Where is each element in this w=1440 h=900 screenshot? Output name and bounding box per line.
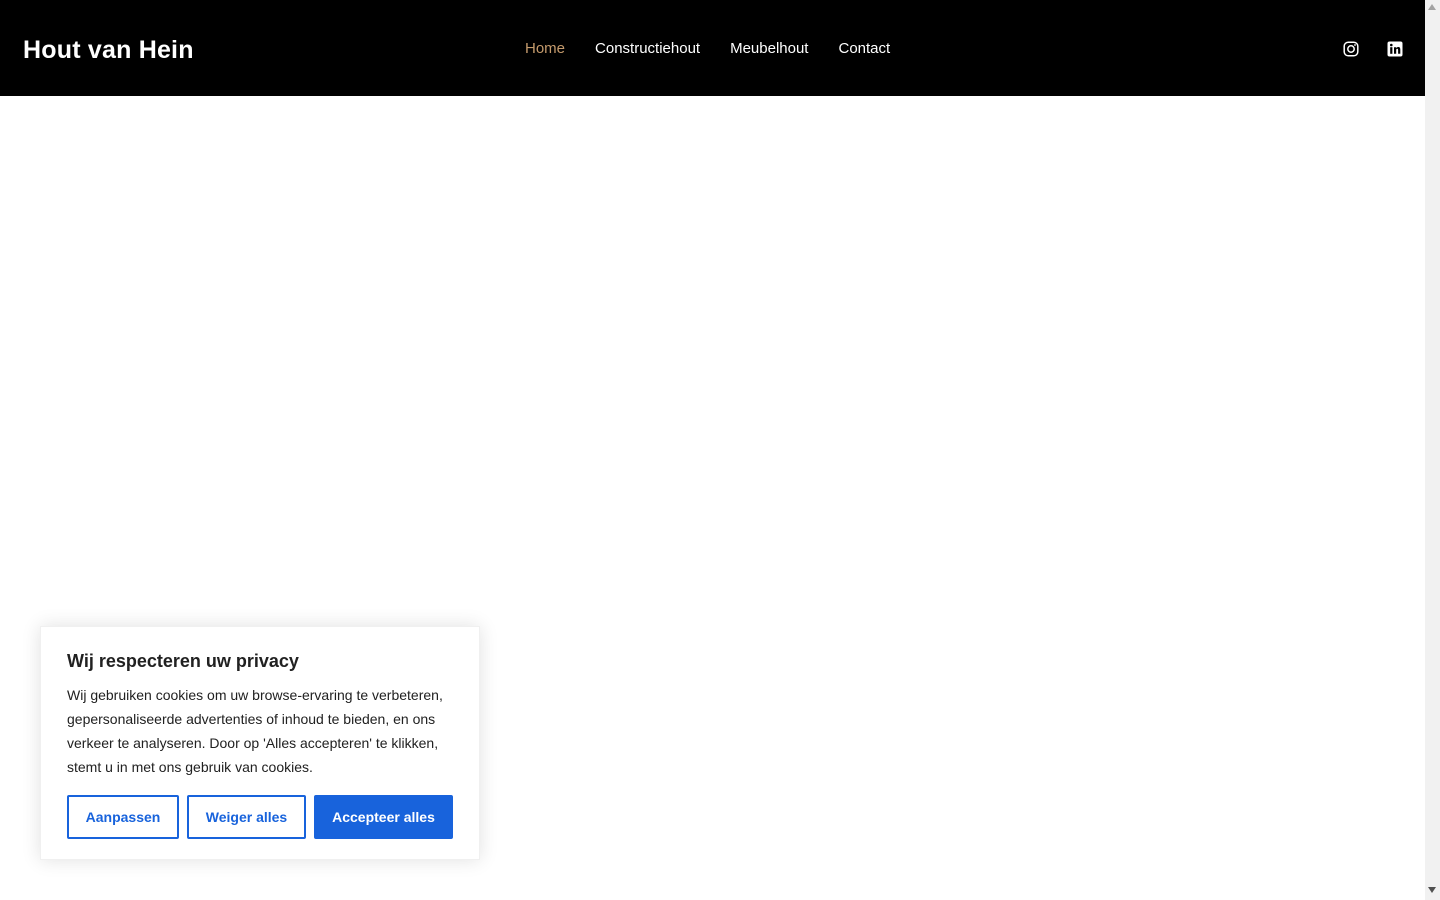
nav-item-constructiehout[interactable]: Constructiehout [595, 38, 700, 60]
reject-all-button[interactable]: Weiger alles [187, 795, 306, 839]
accept-all-button[interactable]: Accepteer alles [314, 795, 453, 839]
linkedin-icon[interactable] [1387, 41, 1403, 57]
customize-button[interactable]: Aanpassen [67, 795, 179, 839]
nav-item-meubelhout[interactable]: Meubelhout [730, 38, 808, 60]
site-title-link[interactable]: Hout van Hein [23, 33, 194, 67]
instagram-icon-graphic [1343, 41, 1359, 57]
vertical-scrollbar[interactable] [1425, 0, 1440, 900]
cookie-banner-text: Wij gebruiken cookies om uw browse-ervar… [67, 687, 443, 775]
main-navigation: Home Constructiehout Meubelhout Contact [525, 38, 920, 60]
cookie-banner-title: Wij respecteren uw privacy [67, 651, 299, 671]
scroll-up-arrow-icon[interactable] [1428, 4, 1436, 10]
cookie-consent-banner: Wij respecteren uw privacy Wij gebruiken… [40, 626, 480, 860]
linkedin-icon-graphic [1387, 41, 1403, 57]
site-header: Hout van Hein Home Constructiehout Meube… [0, 0, 1425, 96]
instagram-icon[interactable] [1343, 41, 1359, 57]
nav-item-contact[interactable]: Contact [838, 38, 890, 60]
scroll-down-arrow-icon[interactable] [1428, 887, 1436, 893]
nav-item-home[interactable]: Home [525, 38, 565, 60]
page: Hout van Hein Home Constructiehout Meube… [0, 0, 1425, 900]
